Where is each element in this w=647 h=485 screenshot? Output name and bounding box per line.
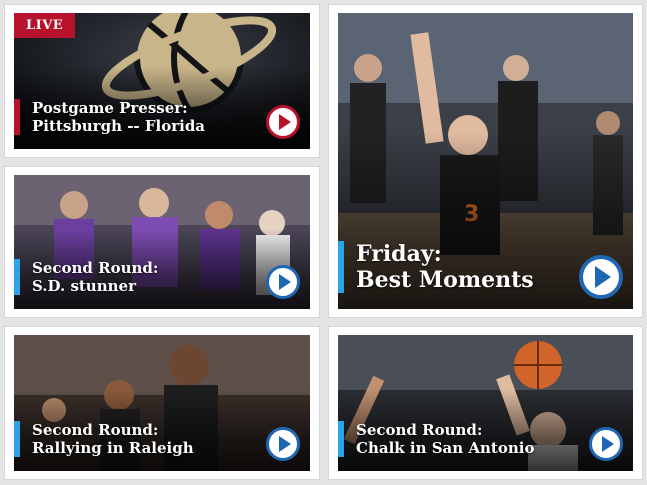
- play-button[interactable]: [266, 265, 300, 299]
- video-tile-postgame-presser[interactable]: LIVE Postgame Presser: Pittsburgh -- Flo…: [14, 13, 310, 149]
- caption-line2: Best Moments: [356, 267, 534, 293]
- card-rallying-in-raleigh: Second Round: Rallying in Raleigh: [5, 327, 319, 479]
- card-sd-stunner: Second Round: S.D. stunner: [5, 167, 319, 317]
- tile-caption: Second Round: S.D. stunner: [14, 259, 158, 295]
- play-button[interactable]: [589, 427, 623, 461]
- caption-line1: Second Round:: [32, 259, 159, 277]
- caption-line2: Chalk in San Antonio: [356, 439, 535, 457]
- caption-line2: Rallying in Raleigh: [32, 439, 194, 457]
- play-button[interactable]: [266, 427, 300, 461]
- video-tile-chalk-in-san-antonio[interactable]: Second Round: Chalk in San Antonio: [338, 335, 633, 471]
- video-tile-sd-stunner[interactable]: Second Round: S.D. stunner: [14, 175, 310, 309]
- caption-line2: Pittsburgh -- Florida: [32, 117, 206, 135]
- play-icon: [601, 436, 614, 452]
- play-button[interactable]: [266, 105, 300, 139]
- play-button[interactable]: [579, 255, 623, 299]
- caption-line1: Second Round:: [356, 421, 483, 439]
- tile-caption: Friday: Best Moments: [338, 241, 534, 293]
- card-chalk-in-san-antonio: Second Round: Chalk in San Antonio: [329, 327, 642, 479]
- card-postgame-presser: LIVE Postgame Presser: Pittsburgh -- Flo…: [5, 5, 319, 157]
- play-icon: [278, 274, 291, 290]
- caption-line1: Second Round:: [32, 421, 159, 439]
- live-badge: LIVE: [14, 13, 76, 38]
- caption-line1: Postgame Presser:: [32, 99, 188, 117]
- card-friday-best-moments: 3 Friday: Best Moments: [329, 5, 642, 317]
- caption-line2: S.D. stunner: [32, 277, 136, 295]
- play-icon: [594, 266, 611, 288]
- tile-caption: Second Round: Chalk in San Antonio: [338, 421, 534, 457]
- video-tile-friday-best-moments[interactable]: 3 Friday: Best Moments: [338, 13, 633, 309]
- tile-caption: Postgame Presser: Pittsburgh -- Florida: [14, 99, 205, 135]
- video-tile-rallying-in-raleigh[interactable]: Second Round: Rallying in Raleigh: [14, 335, 310, 471]
- caption-line1: Friday:: [356, 241, 442, 267]
- play-icon: [278, 436, 291, 452]
- tile-caption: Second Round: Rallying in Raleigh: [14, 421, 194, 457]
- play-icon: [278, 114, 291, 130]
